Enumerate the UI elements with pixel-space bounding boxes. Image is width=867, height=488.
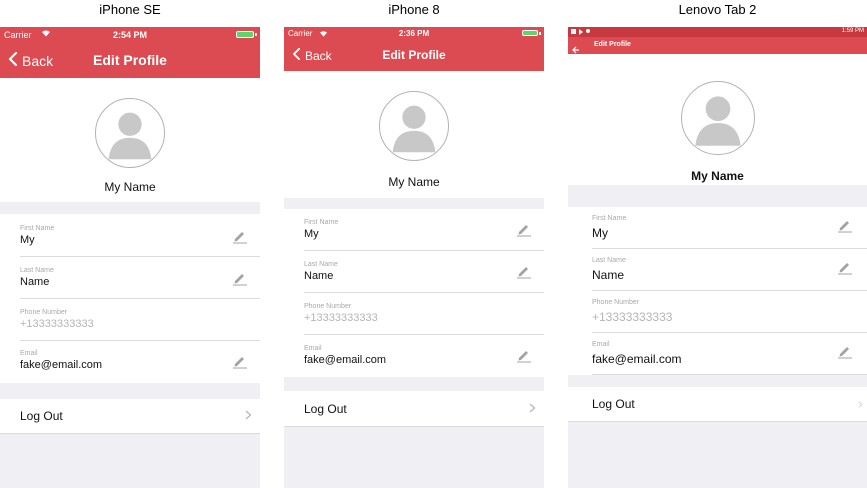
profile-name: My Name — [388, 175, 440, 189]
divider — [592, 374, 867, 375]
field-label: Last Name — [304, 261, 338, 268]
profile-form: First Name My Last Name Name Phone Numbe… — [284, 209, 544, 377]
navigation-bar: Carrier 2:36 PM Back Edit Profile — [284, 27, 544, 71]
back-label: Back — [305, 48, 332, 63]
battery-icon — [522, 30, 541, 36]
last-name-input[interactable]: Name — [304, 270, 333, 282]
avatar[interactable] — [680, 81, 755, 155]
log-out-label: Log Out — [592, 397, 635, 411]
page-title: Edit Profile — [594, 41, 631, 48]
chevron-right-icon — [245, 407, 252, 425]
status-time: 1:59 PM — [841, 28, 864, 34]
field-label: First Name — [304, 219, 339, 226]
chevron-left-icon — [292, 47, 301, 63]
last-name-input[interactable]: Name — [592, 268, 624, 282]
back-button[interactable]: Back — [8, 51, 54, 69]
email-field[interactable]: Email fake@email.com — [568, 333, 867, 375]
last-name-input[interactable]: Name — [20, 276, 49, 288]
chevron-right-icon — [529, 400, 536, 418]
avatar[interactable] — [379, 91, 449, 161]
first-name-input[interactable]: My — [304, 228, 319, 240]
email-input[interactable]: fake@email.com — [592, 352, 682, 366]
email-input[interactable]: fake@email.com — [304, 354, 386, 366]
status-bar: Carrier 2:54 PM — [0, 27, 260, 41]
phone-number-field: Phone Number +13333333333 — [568, 291, 867, 333]
first-name-field[interactable]: First Name My — [568, 207, 867, 249]
field-label: First Name — [592, 215, 627, 222]
status-time: 2:54 PM — [112, 30, 147, 40]
profile-form: First Name My Last Name Name Phone Numbe… — [568, 207, 867, 375]
email-field[interactable]: Email fake@email.com — [0, 341, 260, 383]
status-bar: 1:59 PM — [568, 27, 867, 37]
phone-number-field: Phone Number +13333333333 — [284, 293, 544, 335]
pencil-icon[interactable] — [837, 345, 853, 359]
device-title-iphone-8: iPhone 8 — [388, 2, 440, 17]
field-label: Phone Number — [592, 299, 640, 306]
back-label: Back — [22, 52, 54, 69]
profile-header: My Name — [568, 54, 867, 185]
first-name-input[interactable]: My — [20, 234, 35, 246]
field-label: Last Name — [20, 267, 54, 274]
field-label: First Name — [20, 225, 55, 232]
battery-icon — [236, 31, 257, 38]
pencil-icon[interactable] — [232, 355, 248, 369]
field-label: Email — [20, 350, 38, 357]
field-label: Email — [592, 341, 610, 348]
pencil-icon[interactable] — [516, 349, 532, 363]
last-name-field[interactable]: Last Name Name — [568, 249, 867, 291]
first-name-input[interactable]: My — [592, 226, 608, 240]
log-out-label: Log Out — [304, 401, 347, 416]
device-title-iphone-se: iPhone SE — [99, 2, 161, 17]
person-icon — [694, 96, 741, 146]
status-time: 2:36 PM — [398, 29, 430, 38]
profile-header: My Name — [0, 78, 260, 202]
field-label: Phone Number — [20, 309, 68, 316]
notification-icons — [571, 29, 590, 35]
log-out-row[interactable]: Log Out — [284, 391, 544, 427]
email-field[interactable]: Email fake@email.com — [284, 335, 544, 377]
pencil-icon[interactable] — [837, 219, 853, 233]
phone-number-value: +13333333333 — [20, 318, 94, 330]
profile-name: My Name — [104, 180, 156, 194]
avatar[interactable] — [95, 98, 165, 168]
pencil-icon[interactable] — [232, 272, 248, 286]
log-out-row[interactable]: Log Out — [0, 399, 260, 434]
field-label: Last Name — [592, 257, 626, 264]
person-icon — [392, 105, 436, 153]
back-button[interactable]: Back — [292, 47, 332, 63]
pencil-icon[interactable] — [232, 230, 248, 244]
phone-number-field: Phone Number +13333333333 — [0, 299, 260, 341]
profile-header: My Name — [284, 71, 544, 198]
navigation-bar: Edit Profile — [568, 37, 867, 54]
last-name-field[interactable]: Last Name Name — [284, 251, 544, 293]
chevron-right-icon — [858, 395, 863, 413]
lenovo-tab-2-screen: 1:59 PM Edit Profile My Name First Name … — [568, 27, 867, 488]
iphone-8-screen: Carrier 2:36 PM Back Edit Profile My Nam… — [284, 27, 544, 488]
device-title-lenovo-tab-2: Lenovo Tab 2 — [678, 2, 757, 17]
iphone-se-screen: Carrier 2:54 PM Back Edit Profile My Nam… — [0, 27, 260, 488]
log-out-label: Log Out — [20, 409, 63, 423]
profile-form: First Name My Last Name Name Phone Numbe… — [0, 214, 260, 383]
pencil-icon[interactable] — [837, 261, 853, 275]
field-label: Phone Number — [304, 303, 352, 310]
first-name-field[interactable]: First Name My — [0, 214, 260, 257]
email-input[interactable]: fake@email.com — [20, 359, 102, 371]
profile-name: My Name — [691, 169, 744, 183]
phone-number-value: +13333333333 — [592, 310, 673, 324]
field-label: Email — [304, 345, 322, 352]
chevron-left-icon — [8, 51, 18, 69]
log-out-row[interactable]: Log Out — [568, 387, 867, 422]
first-name-field[interactable]: First Name My — [284, 209, 544, 251]
last-name-field[interactable]: Last Name Name — [0, 257, 260, 299]
person-icon — [108, 112, 152, 160]
pencil-icon[interactable] — [516, 265, 532, 279]
status-bar: Carrier 2:36 PM — [284, 27, 544, 39]
navigation-bar: Carrier 2:54 PM Back Edit Profile — [0, 27, 260, 78]
pencil-icon[interactable] — [516, 223, 532, 237]
phone-number-value: +13333333333 — [304, 312, 378, 324]
